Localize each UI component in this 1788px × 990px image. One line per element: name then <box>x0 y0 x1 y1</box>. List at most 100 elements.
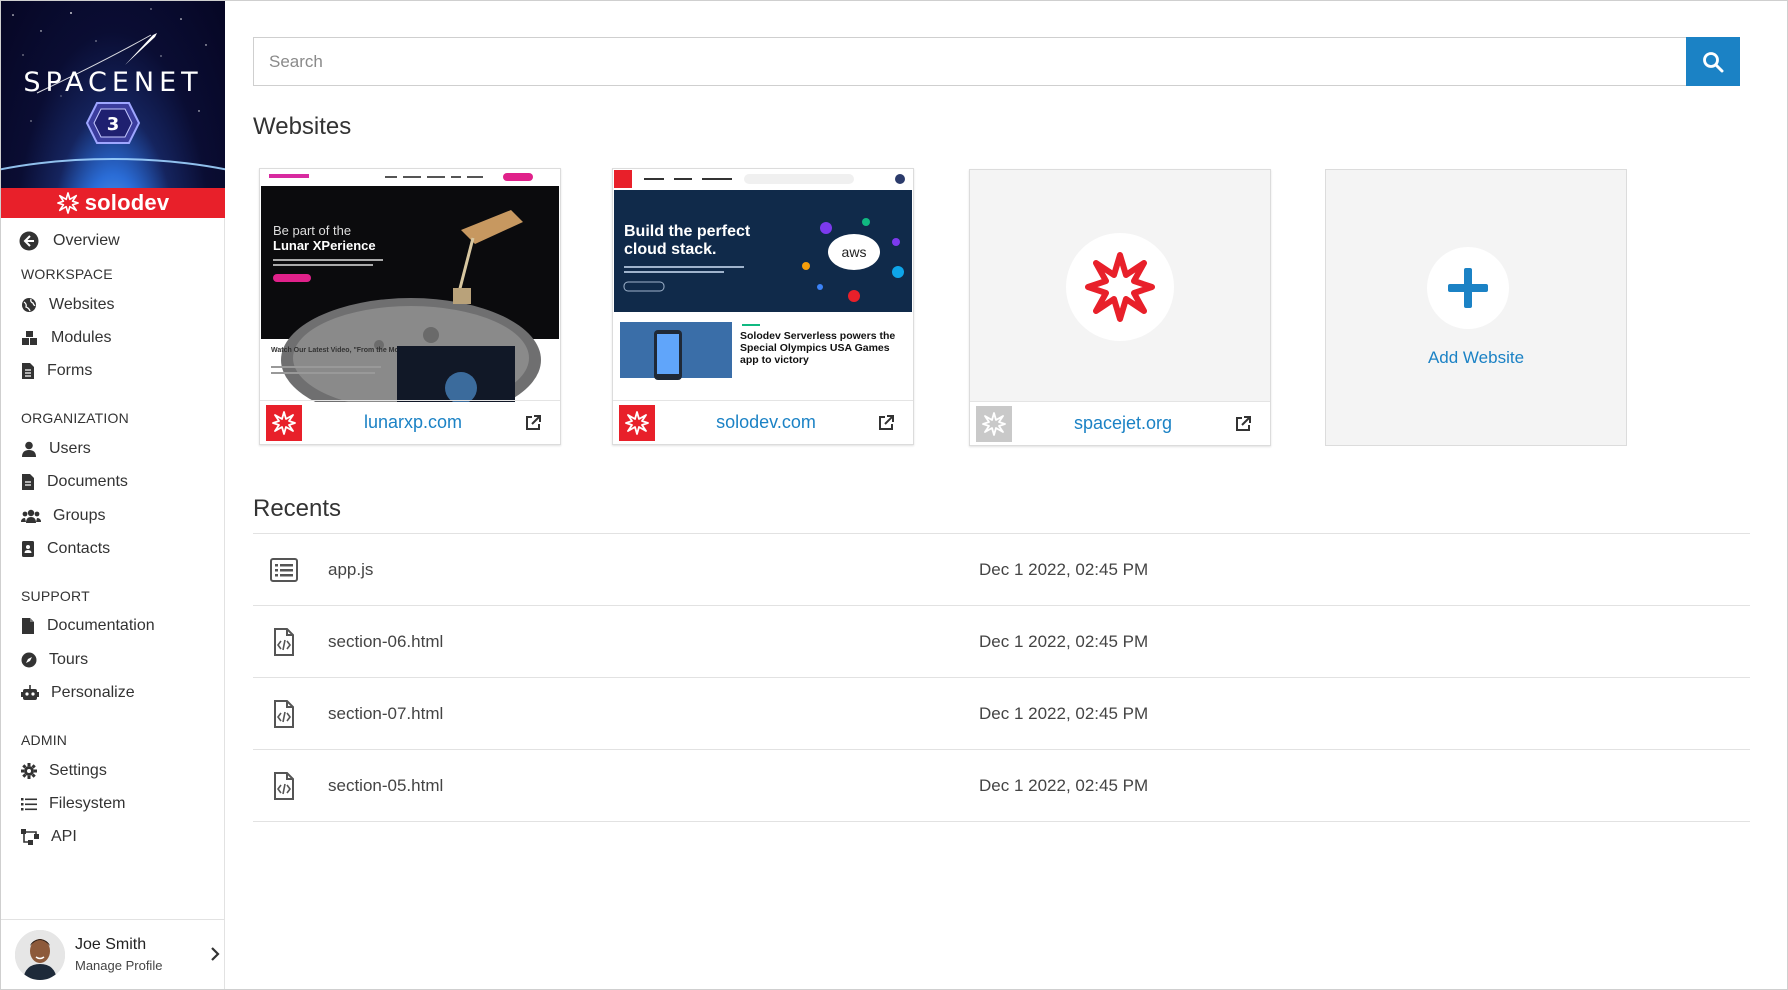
preview-headline: Be part of the <box>273 223 351 238</box>
site-logo <box>619 404 655 441</box>
recent-file-name[interactable]: section-05.html <box>328 776 443 796</box>
plus-icon <box>1448 268 1488 308</box>
brand-badge-number: 3 <box>107 114 120 135</box>
vendor-name: solodev <box>84 190 170 215</box>
recents-list: app.js Dec 1 2022, 02:45 PM section-06.h… <box>253 533 1750 822</box>
sidebar-item-modules[interactable]: Modules <box>1 321 225 354</box>
list-item[interactable]: section-05.html Dec 1 2022, 02:45 PM <box>253 750 1750 822</box>
recents-heading: Recents <box>253 495 342 522</box>
website-link[interactable]: solodev.com <box>655 412 877 433</box>
sidebar-item-overview[interactable]: Overview <box>1 218 225 264</box>
website-preview[interactable]: Build the perfect cloud stack. aws Solod… <box>614 170 912 402</box>
code-file-icon <box>274 771 294 800</box>
sidebar-item-label: Overview <box>53 232 120 249</box>
sidebar: SPACENET 3 solodev Overview WORKSPACE We… <box>1 1 225 989</box>
sidebar-item-label: Filesystem <box>49 794 126 812</box>
lunarxp-preview-image: Be part of the Lunar XPerience Watch Our… <box>261 170 559 402</box>
rocket-icon <box>125 33 157 65</box>
sidebar-item-contacts[interactable]: Contacts <box>1 532 225 565</box>
sidebar-item-documents[interactable]: Documents <box>1 466 225 499</box>
profile-name: Joe Smith <box>75 936 147 953</box>
website-card-spacejet[interactable]: spacejet.org <box>969 169 1271 446</box>
recent-file-name[interactable]: section-07.html <box>328 704 443 724</box>
sidebar-item-tours[interactable]: Tours <box>1 643 225 676</box>
profile-subtitle: Manage Profile <box>75 958 163 973</box>
add-website-button[interactable] <box>1427 247 1509 329</box>
external-link-icon[interactable] <box>877 414 895 432</box>
recent-file-date: Dec 1 2022, 02:45 PM <box>979 703 1149 723</box>
search-input[interactable] <box>253 37 1686 86</box>
sidebar-item-forms[interactable]: Forms <box>1 355 225 388</box>
solodev-logo-icon <box>272 410 296 435</box>
profile-text: Joe Smith Manage Profile <box>75 936 162 973</box>
preview-headline-2: Lunar XPerience <box>273 238 376 253</box>
website-card-footer: solodev.com <box>613 400 913 444</box>
brand-badge-icon: 3 <box>85 102 141 144</box>
cubes-icon <box>22 331 37 346</box>
sidebar-item-settings[interactable]: Settings <box>1 754 225 787</box>
recent-file-date: Dec 1 2022, 02:45 PM <box>979 775 1149 795</box>
recent-file-name[interactable]: section-06.html <box>328 632 443 652</box>
sidebar-item-label: Groups <box>53 506 106 524</box>
section-title-admin: ADMIN <box>21 731 68 748</box>
sidebar-item-websites[interactable]: Websites <box>1 288 225 321</box>
sidebar-item-label: Documentation <box>47 617 155 635</box>
preview-headline: Build the perfect <box>624 223 751 240</box>
website-card-solodev[interactable]: Build the perfect cloud stack. aws Solod… <box>612 168 914 445</box>
list-item[interactable]: section-06.html Dec 1 2022, 02:45 PM <box>253 606 1750 678</box>
recent-file-icon <box>269 557 299 582</box>
sidebar-item-groups[interactable]: Groups <box>1 499 225 532</box>
solodev-logo-icon <box>56 192 79 214</box>
search-bar <box>253 37 1740 86</box>
recent-file-icon <box>269 771 299 800</box>
list-file-icon <box>270 557 298 582</box>
search-icon <box>1703 51 1724 72</box>
brand-banner[interactable]: SPACENET 3 solodev <box>1 1 225 218</box>
document-icon <box>22 474 34 491</box>
brand-title: SPACENET <box>23 67 203 98</box>
section-title-support: SUPPORT <box>21 587 90 604</box>
preview-aws-logo: aws <box>842 244 867 260</box>
code-file-icon <box>274 627 294 656</box>
globe-icon <box>22 297 36 312</box>
website-preview[interactable]: Be part of the Lunar XPerience Watch Our… <box>261 170 559 402</box>
list-item[interactable]: app.js Dec 1 2022, 02:45 PM <box>253 534 1750 606</box>
external-link-icon[interactable] <box>1234 415 1252 433</box>
spacejet-placeholder-image <box>1066 233 1174 341</box>
sidebar-item-label: Documents <box>47 473 128 491</box>
website-preview[interactable] <box>971 171 1269 403</box>
sidebar-item-users[interactable]: Users <box>1 432 225 465</box>
robot-icon <box>21 685 39 701</box>
list-item[interactable]: section-07.html Dec 1 2022, 02:45 PM <box>253 678 1750 750</box>
avatar-photo <box>15 929 65 980</box>
avatar <box>15 929 65 980</box>
sidebar-item-label: Users <box>49 439 91 457</box>
chevron-right-icon[interactable] <box>209 946 221 962</box>
solodev-logo-icon <box>982 411 1006 436</box>
external-link-icon[interactable] <box>524 414 542 432</box>
site-logo <box>266 404 302 441</box>
sidebar-nav: Overview WORKSPACE Websites Modules Form… <box>1 218 225 854</box>
website-card-lunarxp[interactable]: Be part of the Lunar XPerience Watch Our… <box>259 168 561 445</box>
sidebar-item-label: Websites <box>49 295 115 313</box>
website-link[interactable]: spacejet.org <box>1012 413 1234 434</box>
profile-menu[interactable]: Joe Smith Manage Profile <box>1 919 225 989</box>
sidebar-item-documentation[interactable]: Documentation <box>1 610 225 643</box>
add-website-label[interactable]: Add Website <box>1326 348 1626 368</box>
website-link[interactable]: lunarxp.com <box>302 412 524 433</box>
sidebar-item-personalize[interactable]: Personalize <box>1 677 225 710</box>
preview-headline-2: cloud stack. <box>624 241 716 258</box>
search-button[interactable] <box>1686 37 1740 86</box>
sidebar-item-label: Forms <box>47 362 93 380</box>
preview-subheading: Solodev Serverless powers the Special Ol… <box>740 330 896 366</box>
sidebar-item-filesystem[interactable]: Filesystem <box>1 787 225 820</box>
recent-file-name[interactable]: app.js <box>328 560 373 580</box>
sidebar-item-label: Modules <box>51 329 112 347</box>
websites-heading: Websites <box>253 113 352 140</box>
section-title-organization: ORGANIZATION <box>21 410 129 427</box>
sidebar-item-api[interactable]: API <box>1 821 225 854</box>
add-website-card[interactable]: Add Website <box>1325 169 1627 446</box>
solodev-logo-icon <box>625 410 649 435</box>
sidebar-item-label: Settings <box>49 761 107 779</box>
compass-icon <box>21 652 37 668</box>
